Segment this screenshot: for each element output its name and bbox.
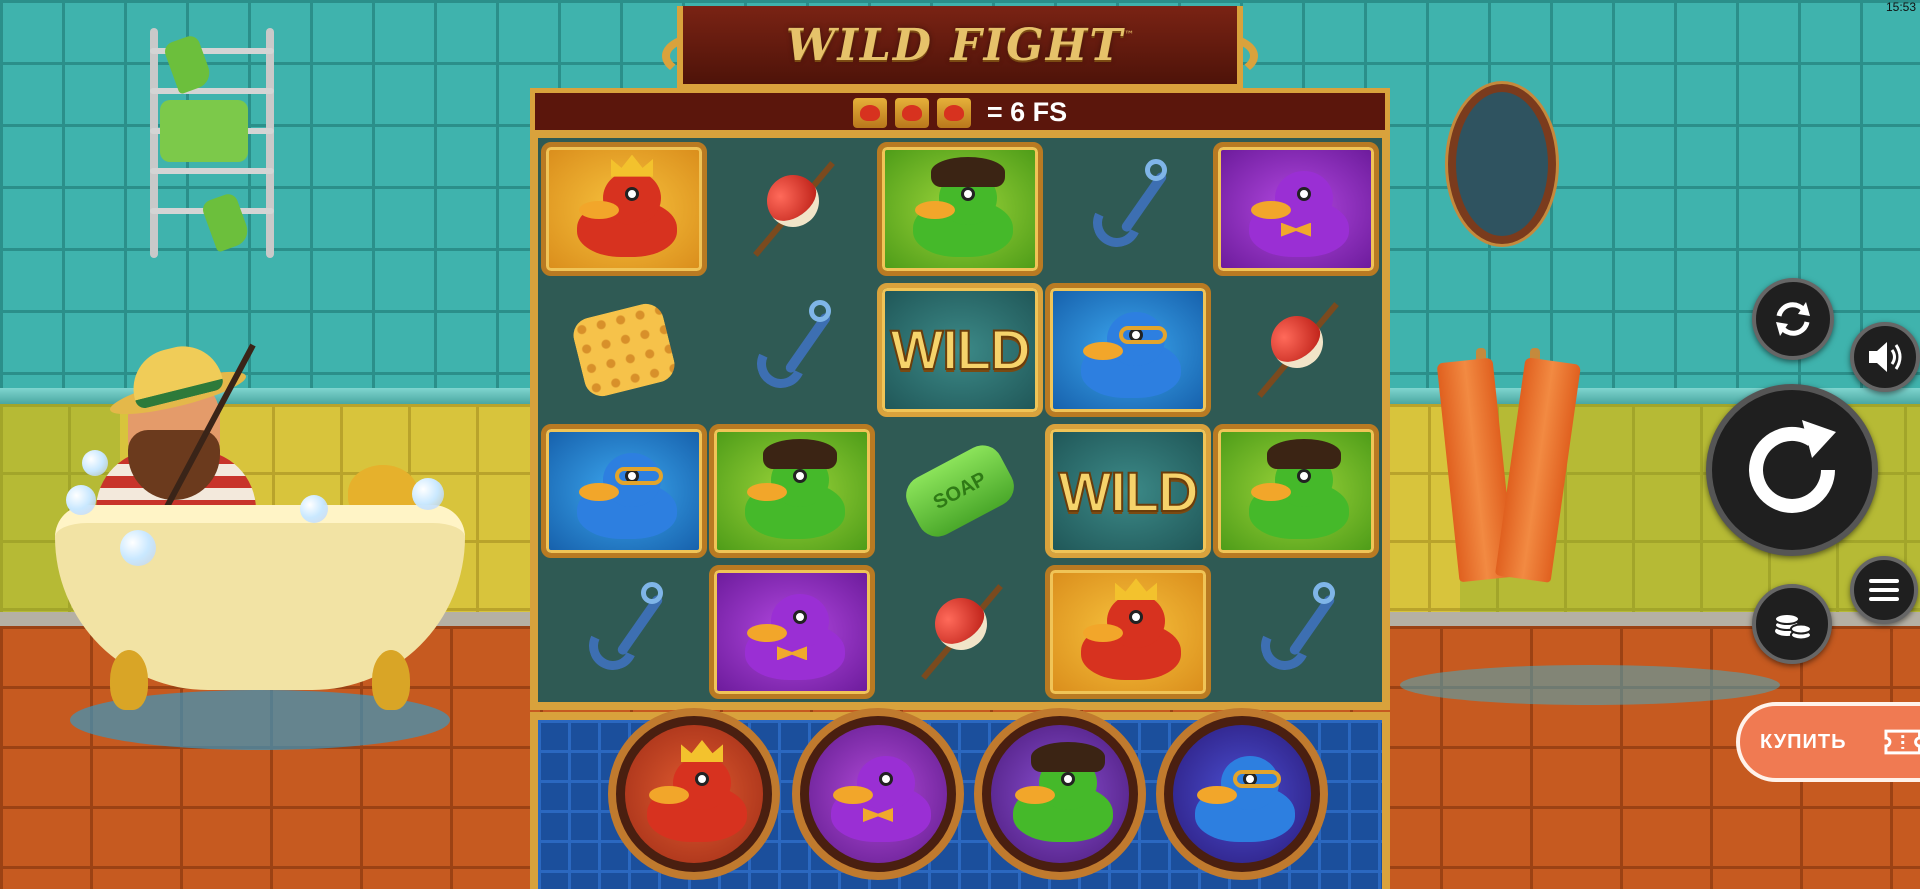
wild-label: WILD (1057, 459, 1199, 524)
bubble (300, 495, 328, 523)
reel-cell: SOAP (876, 421, 1044, 562)
reel-cell (708, 421, 876, 562)
reel-cell (1044, 138, 1212, 279)
menu-button[interactable] (1850, 556, 1918, 624)
symbol-green-pirate-duck (877, 141, 1043, 276)
sound-icon (1869, 342, 1902, 372)
fishing-hook-icon (747, 299, 837, 400)
fishing-hook-icon (1251, 582, 1341, 682)
fighter-purple-bowtie-duck (792, 708, 964, 880)
symbol-blue-goggles-duck (541, 424, 707, 559)
symbol-green-pirate-duck (709, 424, 875, 559)
reel-cell (1212, 421, 1380, 562)
symbol-purple-bowtie-duck (1213, 141, 1379, 276)
sponge-icon (569, 299, 679, 400)
reel-cell (876, 138, 1044, 279)
autoplay-icon (1776, 302, 1810, 336)
fishing-hook-icon (579, 582, 669, 682)
reel-cell (876, 562, 1044, 703)
reel-cell (540, 279, 708, 420)
reel-cell (540, 421, 708, 562)
soap-icon: SOAP (899, 438, 1021, 544)
bubble (120, 530, 156, 566)
tub-foot (110, 650, 148, 710)
soap-label: SOAP (929, 467, 990, 514)
fishing-float-icon (747, 149, 837, 269)
green-pirate-duck-icon (1241, 439, 1351, 540)
purple-bowtie-duck-icon (1241, 161, 1351, 257)
red-crown-duck-icon (569, 154, 679, 257)
reel-cell (540, 138, 708, 279)
reel-cell (1044, 562, 1212, 703)
green-pirate-duck-icon (737, 439, 847, 540)
fighter-blue-goggles-duck (1156, 708, 1328, 880)
green-pirate-duck-icon (905, 156, 1015, 257)
water-puddle (1400, 665, 1780, 705)
coins-icon (1774, 613, 1812, 641)
menu-icon (1869, 579, 1899, 601)
symbol-green-pirate-duck (1213, 424, 1379, 559)
bet-button[interactable] (1752, 584, 1832, 664)
bubble (82, 450, 108, 476)
spin-icon (1749, 420, 1836, 513)
reel-cell: WILD (1044, 421, 1212, 562)
symbol-wild: WILD (877, 282, 1043, 417)
red-crown-duck-icon (1073, 578, 1183, 681)
free-spins-text: = 6 FS (986, 97, 1068, 127)
reel-cell (540, 562, 708, 703)
fishing-float-icon (1251, 290, 1341, 410)
reel-cell (1212, 138, 1380, 279)
sound-button[interactable] (1850, 322, 1920, 392)
reel-cell (708, 138, 876, 279)
reel-cell (708, 279, 876, 420)
blue-goggles-duck-icon (1073, 302, 1183, 398)
reel-cell: WILD (876, 279, 1044, 420)
fishing-float-icon (915, 572, 1005, 692)
reel-cell (1212, 279, 1380, 420)
autoplay-button[interactable] (1752, 278, 1834, 360)
reel-cell (1212, 562, 1380, 703)
symbol-blue-goggles-duck (1045, 282, 1211, 417)
ticket-icon (1883, 729, 1920, 755)
bubble (412, 478, 444, 510)
symbol-wild: WILD (1045, 424, 1211, 559)
free-spins-banner: = 6 FS (530, 88, 1390, 132)
buy-label: КУПИТЬ (1760, 730, 1847, 753)
fighter-red-crown-duck (608, 708, 780, 880)
buy-feature-button[interactable]: КУПИТЬ (1736, 702, 1920, 782)
game-title: WILD FIGHT (785, 19, 1125, 71)
underwear-icon (160, 100, 248, 162)
clock: 15:53 (1885, 0, 1916, 14)
slot-machine: WILD FIGHT ™ = 6 FS WILD SOAP WILD (522, 0, 1398, 889)
wild-label: WILD (889, 317, 1031, 382)
fighter-green-pirate-duck (974, 708, 1146, 880)
bubble (66, 485, 96, 515)
reel-grid: WILD SOAP WILD (530, 138, 1390, 703)
reel-cell (1044, 279, 1212, 420)
game-logo: WILD FIGHT ™ (677, 6, 1243, 90)
fishing-hook-icon (1083, 158, 1173, 259)
blue-goggles-duck-icon (569, 443, 679, 540)
duck-scatter-icon (936, 97, 971, 128)
duck-scatter-icon (852, 97, 887, 128)
duck-portrait (1448, 84, 1556, 244)
reel-cell (708, 562, 876, 703)
symbol-red-crown-duck (1045, 565, 1211, 700)
symbol-red-crown-duck (541, 141, 707, 276)
tub-foot (372, 650, 410, 710)
symbol-purple-bowtie-duck (709, 565, 875, 700)
trademark: ™ (1124, 30, 1135, 41)
purple-bowtie-duck-icon (737, 584, 847, 681)
duck-scatter-icon (894, 97, 929, 128)
spin-button[interactable] (1706, 384, 1878, 556)
